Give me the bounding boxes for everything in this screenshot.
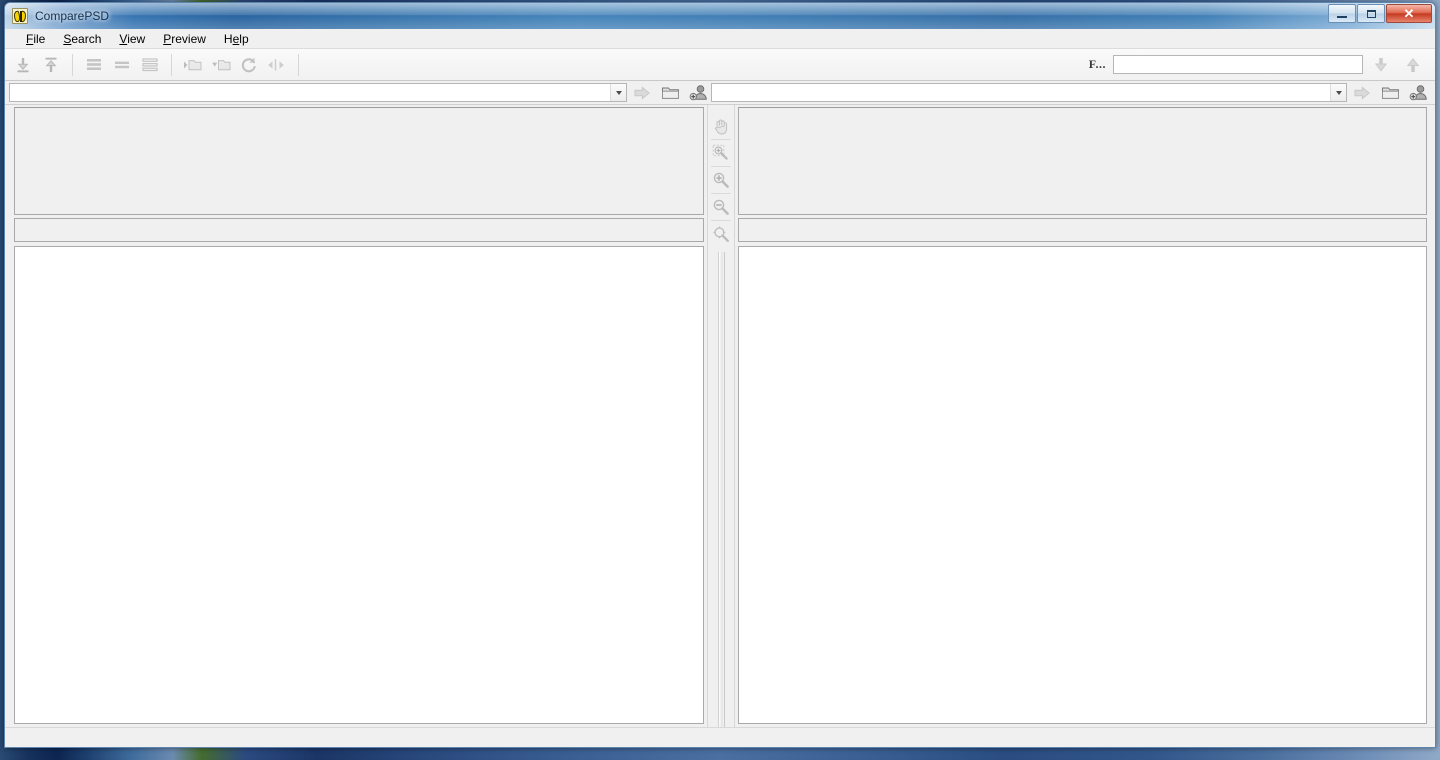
menu-label-search: earch — [71, 31, 102, 46]
find-input[interactable] — [1113, 55, 1363, 74]
menu-item-search[interactable]: Search — [54, 30, 110, 48]
tool-separator-1 — [711, 139, 731, 140]
menu-label-preview: review — [171, 31, 206, 46]
find-bar: F... — [1089, 52, 1427, 78]
move-up-button[interactable] — [37, 52, 65, 78]
tool-separator-3 — [711, 193, 731, 194]
minimize-button[interactable] — [1328, 4, 1356, 23]
right-info-panel — [738, 218, 1427, 242]
toolbar-group-views — [80, 52, 164, 78]
refresh-button[interactable] — [235, 52, 263, 78]
path-input-left[interactable] — [10, 84, 610, 101]
swap-panes-button[interactable] — [263, 52, 291, 78]
path-bar-row — [5, 81, 1435, 105]
right-pane — [735, 105, 1435, 727]
toolbar-separator-2 — [171, 53, 172, 76]
title-bar: ComparePSD ✕ — [5, 3, 1435, 29]
path-combo-left[interactable] — [9, 83, 627, 102]
menu-label-view: iew — [127, 31, 146, 46]
menu-item-view[interactable]: View — [110, 30, 154, 48]
menu-label-file: ile — [33, 31, 46, 46]
zoom-fit-button[interactable] — [709, 222, 733, 246]
browse-folder-button-right[interactable] — [1377, 82, 1403, 104]
path-combo-right[interactable] — [711, 83, 1347, 102]
close-icon: ✕ — [1403, 5, 1415, 21]
go-button-left[interactable] — [629, 82, 655, 104]
menu-item-file[interactable]: File — [17, 30, 54, 48]
minimize-icon — [1337, 15, 1347, 18]
find-next-button[interactable] — [1367, 52, 1395, 78]
path-bar-right — [711, 82, 1431, 104]
path-bar-left — [9, 82, 711, 104]
menu-item-preview[interactable]: Preview — [154, 30, 215, 48]
left-info-panel — [14, 218, 704, 242]
main-split-container — [5, 105, 1435, 727]
chevron-down-icon[interactable] — [610, 84, 626, 101]
right-file-list[interactable] — [738, 246, 1427, 724]
user-add-button-left[interactable] — [685, 82, 711, 104]
view-details-button[interactable] — [80, 52, 108, 78]
preview-tool-strip — [707, 105, 735, 727]
view-list-button[interactable] — [108, 52, 136, 78]
maximize-icon — [1366, 9, 1376, 18]
window-controls: ✕ — [1328, 4, 1432, 23]
menu-bar: File Search View Preview Help — [5, 29, 1435, 49]
find-label: F... — [1088, 57, 1106, 71]
close-button[interactable]: ✕ — [1386, 4, 1432, 23]
toolbar-group-folders — [179, 52, 291, 78]
tool-separator-4 — [711, 220, 731, 221]
expand-folder-button[interactable] — [179, 52, 207, 78]
browse-folder-button-left[interactable] — [657, 82, 683, 104]
zoom-in-button[interactable] — [709, 168, 733, 192]
left-preview-panel[interactable] — [14, 107, 704, 215]
toolbar-separator-1 — [72, 53, 73, 76]
user-add-button-right[interactable] — [1405, 82, 1431, 104]
vertical-splitter[interactable] — [717, 252, 725, 727]
butterfly-icon[interactable] — [12, 8, 28, 24]
maximize-button[interactable] — [1357, 4, 1385, 23]
chevron-down-icon[interactable] — [1330, 84, 1346, 101]
menu-label-help-post: lp — [239, 31, 249, 46]
menu-label-help-pre: H — [223, 31, 233, 46]
toolbar-separator-3 — [298, 53, 299, 76]
application-window: ComparePSD ✕ File Search View Preview He… — [4, 2, 1436, 748]
toolbar: F... — [5, 49, 1435, 81]
move-down-button[interactable] — [9, 52, 37, 78]
menu-item-help[interactable]: Help — [215, 30, 258, 48]
go-button-right[interactable] — [1349, 82, 1375, 104]
view-report-button[interactable] — [136, 52, 164, 78]
zoom-selection-button[interactable] — [709, 141, 733, 165]
collapse-folder-button[interactable] — [207, 52, 235, 78]
toolbar-group-move — [9, 52, 65, 78]
left-file-list[interactable] — [14, 246, 704, 724]
right-preview-panel[interactable] — [738, 107, 1427, 215]
pan-tool-button[interactable] — [709, 114, 733, 138]
window-title: ComparePSD — [35, 9, 110, 23]
path-input-right[interactable] — [712, 84, 1330, 101]
tool-separator-2 — [711, 166, 731, 167]
zoom-out-button[interactable] — [709, 195, 733, 219]
left-pane — [5, 105, 707, 727]
status-bar — [5, 727, 1435, 747]
find-previous-button[interactable] — [1399, 52, 1427, 78]
